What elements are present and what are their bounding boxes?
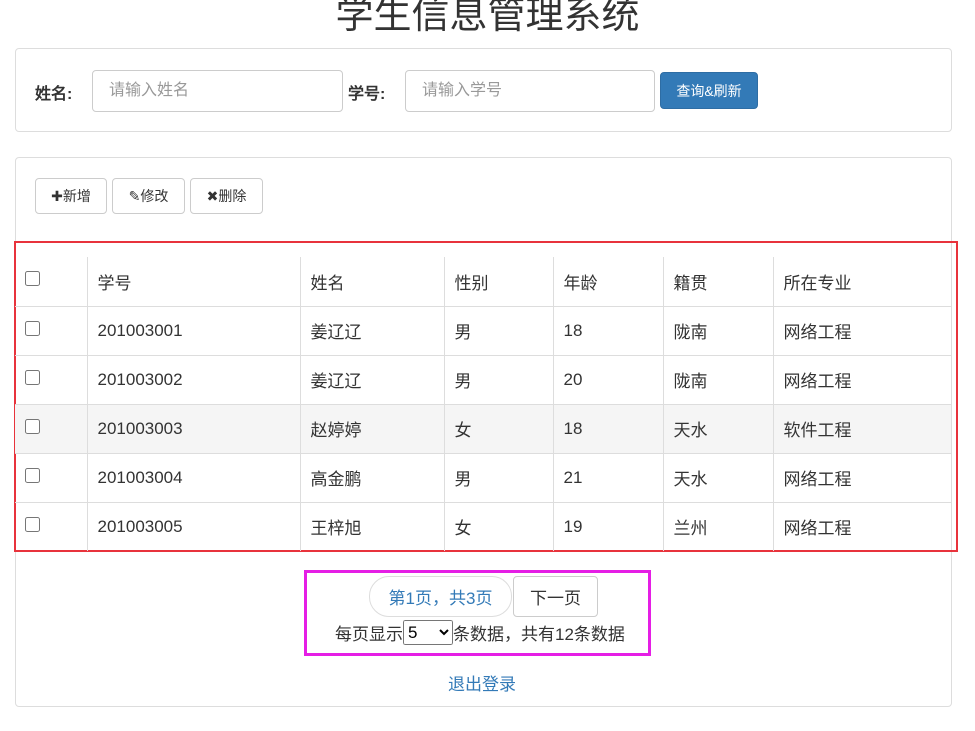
- remove-icon: ✖: [206, 188, 219, 204]
- add-label: 新增: [62, 188, 91, 204]
- page-size-info: 每页显示 5 条数据，共有12条数据: [335, 620, 625, 645]
- row-checkbox[interactable]: [25, 516, 40, 532]
- cell-name: 姜辽辽: [299, 354, 444, 404]
- table-row[interactable]: 201003001 姜辽辽男 18 陇南 网络工程: [15, 305, 951, 355]
- cell-gender: 女: [443, 403, 553, 453]
- per-page-prefix: 每页显示: [335, 625, 403, 644]
- cell-gender: 男: [443, 305, 553, 355]
- cell-hometown: 兰州: [662, 501, 773, 551]
- cell-age: 20: [552, 354, 663, 404]
- cell-major: 网络工程: [772, 452, 951, 502]
- cell-id: 201003002: [86, 354, 300, 404]
- edit-label: 修改: [140, 188, 169, 204]
- cell-major: 软件工程: [772, 403, 951, 453]
- cell-age: 18: [552, 305, 663, 355]
- query-refresh-button[interactable]: 查询&刷新: [660, 72, 758, 109]
- pencil-icon: ✎: [128, 188, 141, 204]
- cell-hometown: 陇南: [662, 354, 773, 404]
- name-input[interactable]: [92, 70, 343, 112]
- cell-major: 网络工程: [772, 501, 951, 551]
- logout-link[interactable]: 退出登录: [448, 670, 516, 695]
- row-checkbox[interactable]: [25, 320, 40, 336]
- table-row[interactable]: 201003003 赵婷婷女 18 天水 软件工程: [15, 403, 951, 453]
- cell-hometown: 天水: [662, 452, 773, 502]
- cell-major: 网络工程: [772, 354, 951, 404]
- cell-gender: 女: [443, 501, 553, 551]
- cell-name: 高金鹏: [299, 452, 444, 502]
- cell-id: 201003001: [86, 305, 300, 355]
- cell-name: 姜辽辽: [299, 305, 444, 355]
- cell-hometown: 陇南: [662, 305, 773, 355]
- page-size-select[interactable]: 5: [403, 620, 453, 645]
- plus-icon: ✚: [51, 188, 63, 204]
- table-row[interactable]: 201003004 高金鹏男 21 天水 网络工程: [15, 452, 951, 502]
- header-major: 所在专业: [772, 257, 951, 306]
- per-page-suffix: 条数据，共有12条数据: [453, 625, 625, 644]
- header-age: 年龄: [552, 257, 663, 306]
- row-checkbox[interactable]: [25, 467, 40, 483]
- header-name: 姓名: [299, 257, 444, 306]
- header-gender: 性别: [443, 257, 553, 306]
- cell-id: 201003005: [86, 501, 300, 551]
- next-page-button[interactable]: 下一页: [513, 576, 598, 617]
- delete-label: 删除: [218, 188, 247, 204]
- cell-gender: 男: [443, 354, 553, 404]
- cell-hometown: 天水: [662, 403, 773, 453]
- edit-button[interactable]: ✎修改: [112, 178, 185, 214]
- cell-name: 王梓旭: [299, 501, 444, 551]
- table-row[interactable]: 201003002 姜辽辽男 20 陇南 网络工程: [15, 354, 951, 404]
- page-title: 学生信息管理系统: [335, 0, 640, 37]
- delete-button[interactable]: ✖删除: [190, 178, 263, 214]
- cell-id: 201003003: [86, 403, 300, 453]
- add-button[interactable]: ✚新增: [35, 178, 107, 214]
- cell-age: 21: [552, 452, 663, 502]
- cell-age: 18: [552, 403, 663, 453]
- student-table: 学号 姓名 性别 年龄 籍贯 所在专业 201003001 姜辽辽男 18 陇南 网络工…: [15, 257, 951, 551]
- row-checkbox[interactable]: [25, 369, 40, 385]
- search-panel: 姓名: 学号: 查询&刷新: [15, 48, 952, 132]
- select-all-checkbox[interactable]: [25, 271, 40, 287]
- header-hometown: 籍贯: [662, 257, 773, 306]
- cell-gender: 男: [443, 452, 553, 502]
- cell-age: 19: [552, 501, 663, 551]
- cell-id: 201003004: [86, 452, 300, 502]
- page-indicator[interactable]: 第1页，共3页: [369, 576, 512, 617]
- table-row[interactable]: 201003005 王梓旭女 19 兰州 网络工程: [15, 501, 951, 551]
- cell-name: 赵婷婷: [299, 403, 444, 453]
- id-input[interactable]: [405, 70, 655, 112]
- table-header: 学号 姓名 性别 年龄 籍贯 所在专业: [15, 257, 951, 306]
- name-label: 姓名:: [35, 86, 73, 103]
- id-label: 学号:: [348, 86, 386, 103]
- header-id: 学号: [86, 257, 300, 306]
- row-checkbox[interactable]: [25, 418, 40, 434]
- cell-major: 网络工程: [772, 305, 951, 355]
